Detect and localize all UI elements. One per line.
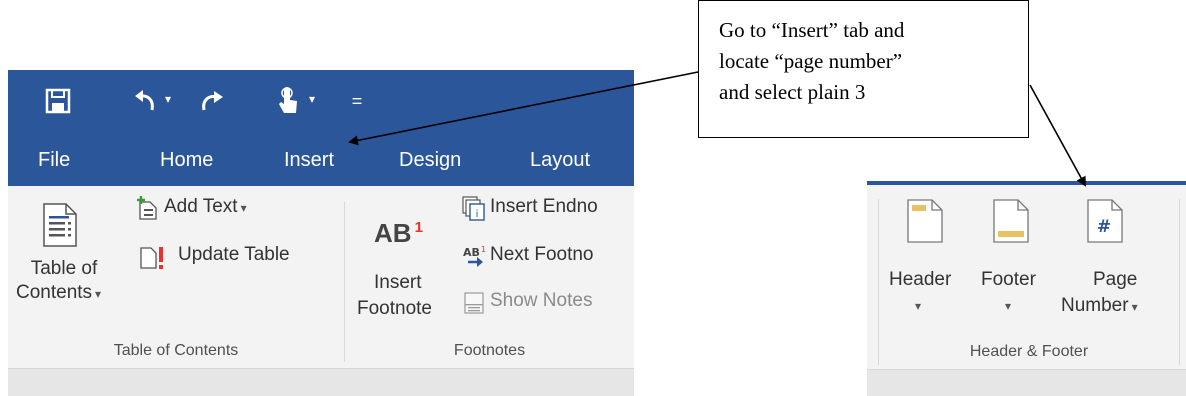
document-area-strip: [8, 369, 634, 396]
footer-label: Footer: [981, 269, 1036, 290]
callout-line-2: locate “page number”: [719, 49, 903, 73]
insert-endnote-button[interactable]: i Insert Endno: [462, 196, 634, 224]
instruction-callout: Go to “Insert” tab and locate “page numb…: [698, 0, 1029, 138]
add-text-icon: [137, 196, 157, 220]
chevron-down-icon: ▾: [915, 299, 922, 313]
svg-text:i: i: [476, 209, 479, 220]
page-number-button[interactable]: # Page Number ▾: [1053, 191, 1177, 341]
group-label-table-of-contents: Table of Contents: [113, 342, 239, 359]
ribbon-tabs: File Home Insert Design Layout: [8, 135, 634, 186]
show-notes-icon: [464, 292, 484, 314]
insert-endnote-icon: i: [462, 196, 485, 221]
ribbon-body: Table of Contents ▾ Add Text ▾ Update Tabl…: [8, 186, 634, 369]
toc-label-line2: Contents ▾: [16, 282, 102, 303]
chevron-down-icon: ▾: [1131, 300, 1138, 314]
undo-icon[interactable]: [128, 84, 162, 118]
touch-mode-dropdown-icon[interactable]: ▾: [309, 92, 315, 106]
chevron-down-icon: ▾: [95, 287, 102, 301]
insert-footnote-line1: Insert: [374, 272, 422, 293]
word-ribbon-right: Header ▾ Footer ▾ # Page Number ▾ Header …: [867, 181, 1186, 396]
show-notes-button[interactable]: Show Notes: [462, 290, 634, 318]
header-label: Header: [889, 269, 952, 290]
redo-icon[interactable]: [196, 84, 230, 118]
insert-footnote-line2: Footnote: [357, 298, 432, 319]
table-of-contents-icon: [42, 202, 78, 253]
next-footnote-label: Next Footno: [490, 244, 594, 265]
tab-design[interactable]: Design: [399, 135, 461, 186]
touch-mode-icon[interactable]: [271, 84, 305, 118]
insert-footnote-button[interactable]: AB 1 Insert Footnote: [357, 196, 447, 346]
tab-layout[interactable]: Layout: [530, 135, 590, 186]
undo-dropdown-icon[interactable]: ▾: [165, 92, 171, 106]
table-of-contents-button[interactable]: Table of Contents ▾: [8, 258, 126, 304]
group-label-header-footer: Header & Footer: [969, 343, 1089, 360]
page-number-glyph: #: [1097, 217, 1111, 237]
toc-label-line1: Table of: [30, 258, 98, 279]
next-footnote-icon: AB 1: [463, 245, 486, 267]
group-label-footnotes: Footnotes: [453, 342, 526, 359]
tab-insert[interactable]: Insert: [284, 135, 334, 186]
show-notes-label: Show Notes: [490, 290, 593, 311]
page-number-line2: Number ▾: [1061, 295, 1138, 316]
word-ribbon-left: ▾ ▾ = File Home Insert Design Layout Tab…: [8, 70, 634, 396]
tab-file[interactable]: File: [38, 135, 70, 186]
group-divider: [344, 202, 345, 362]
ribbon-body-right: Header ▾ Footer ▾ # Page Number ▾ Header …: [867, 185, 1186, 370]
insert-endnote-label: Insert Endno: [490, 196, 598, 217]
update-table-label: Update Table: [178, 244, 290, 265]
svg-text:AB: AB: [463, 246, 480, 259]
insert-footnote-icon: AB 1: [374, 218, 423, 248]
update-table-icon: [140, 247, 163, 269]
page-number-line1: Page: [1093, 269, 1138, 290]
footer-icon: [993, 199, 1029, 243]
group-divider: [1179, 199, 1180, 365]
arrow-to-page-number: [1029, 84, 1086, 187]
page-number-icon: #: [1087, 199, 1123, 243]
chevron-down-icon: ▾: [1005, 299, 1012, 313]
save-icon[interactable]: [41, 84, 75, 118]
customize-qat-icon[interactable]: =: [340, 84, 374, 118]
add-text-label: Add Text ▾: [164, 196, 247, 217]
chevron-down-icon: ▾: [240, 201, 247, 215]
callout-line-1: Go to “Insert” tab and: [719, 18, 905, 42]
next-footnote-button[interactable]: AB 1 Next Footno: [462, 244, 634, 272]
customize-qat-glyph: =: [351, 90, 363, 111]
header-icon: [907, 199, 943, 243]
document-area-strip: [867, 370, 1186, 396]
svg-text:1: 1: [481, 245, 486, 254]
tab-home[interactable]: Home: [160, 135, 213, 186]
header-button[interactable]: Header ▾: [879, 191, 971, 341]
callout-line-3: and select plain 3: [719, 80, 866, 104]
quick-access-toolbar: ▾ ▾ =: [8, 70, 634, 135]
footer-button[interactable]: Footer ▾: [973, 191, 1051, 341]
